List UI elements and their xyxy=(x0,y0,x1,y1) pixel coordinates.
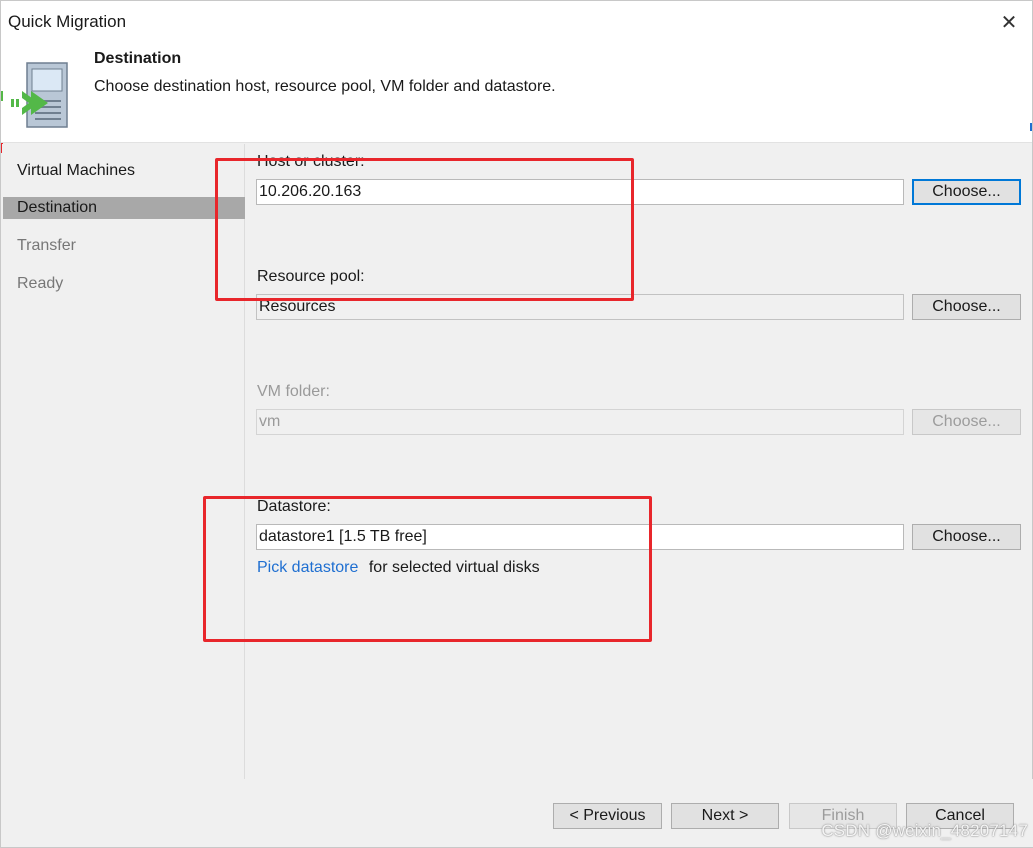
watermark: CSDN @weixin_48207147 xyxy=(821,821,1028,840)
edge-accent xyxy=(1030,123,1032,131)
step-label: Transfer xyxy=(17,237,76,254)
close-icon: ✕ xyxy=(1000,11,1018,34)
step-title: Destination xyxy=(94,50,182,67)
next-button[interactable]: Next > xyxy=(671,803,779,829)
step-transfer: Transfer xyxy=(3,235,245,257)
edge-accent xyxy=(1,91,3,101)
resource-pool-choose-button[interactable]: Choose... xyxy=(912,294,1021,320)
wizard-header: Destination Choose destination host, res… xyxy=(1,43,1032,143)
close-button[interactable]: ✕ xyxy=(992,5,1026,39)
datastore-choose-button[interactable]: Choose... xyxy=(912,524,1021,550)
host-choose-button[interactable]: Choose... xyxy=(912,179,1021,205)
vm-folder-choose-button: Choose... xyxy=(912,409,1021,435)
vm-folder-field: vm xyxy=(256,409,904,435)
annotation-highlight xyxy=(215,158,634,301)
vm-folder-label: VM folder: xyxy=(257,383,330,400)
step-ready: Ready xyxy=(3,273,245,295)
step-destination[interactable]: Destination xyxy=(3,197,245,219)
wizard-steps-sidebar: Virtual Machines Destination Transfer Re… xyxy=(2,144,245,779)
step-label: Ready xyxy=(17,275,64,292)
annotation-highlight xyxy=(203,496,652,642)
quick-migration-window: Quick Migration ✕ Destination Choose des… xyxy=(0,0,1033,848)
step-label: Virtual Machines xyxy=(17,162,135,179)
previous-button[interactable]: < Previous xyxy=(553,803,662,829)
step-description: Choose destination host, resource pool, … xyxy=(94,78,556,95)
window-title: Quick Migration xyxy=(8,12,127,31)
title-bar: Quick Migration ✕ xyxy=(1,1,1032,43)
step-label: Destination xyxy=(17,199,98,216)
step-virtual-machines[interactable]: Virtual Machines xyxy=(3,160,245,182)
vm-migration-icon xyxy=(11,62,68,128)
